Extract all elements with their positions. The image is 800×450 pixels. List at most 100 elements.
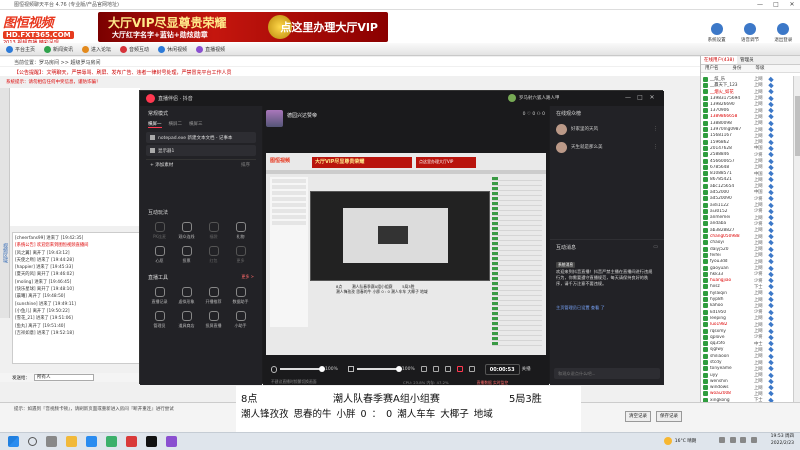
- app-icon[interactable]: [166, 436, 177, 447]
- user-role: 上网: [754, 240, 763, 246]
- close-button[interactable]: ✕: [784, 1, 800, 8]
- speaker-volume-knob[interactable]: [395, 366, 402, 372]
- chevron-up-icon[interactable]: [719, 436, 726, 443]
- account-info[interactable]: 罗马射六狐人路人甲: [508, 94, 560, 102]
- tool-item-7[interactable]: 小助手: [227, 309, 254, 333]
- live-data-link[interactable]: 直播数据 实时监控: [477, 380, 509, 386]
- stream-cover[interactable]: [266, 110, 283, 127]
- clock[interactable]: 19:53 周四 2022/2/23: [771, 434, 794, 447]
- more-icon[interactable]: ⋮: [653, 126, 658, 132]
- scene-tab-2[interactable]: 横屏三: [189, 121, 203, 128]
- tool-item-6[interactable]: 投屏直播: [200, 309, 227, 333]
- douyin-icon[interactable]: [146, 436, 157, 447]
- interact-item-1[interactable]: 观众连线: [173, 220, 200, 244]
- stream-maximize-button[interactable]: □: [634, 94, 646, 101]
- interact-item-5[interactable]: 投票: [173, 244, 200, 268]
- audience-item[interactable]: 天生就是那么美 ⋮: [550, 138, 664, 156]
- tool-item-4[interactable]: 管理员: [146, 309, 173, 333]
- interact-item-4[interactable]: 心愿: [146, 244, 173, 268]
- user-avatar-icon: [703, 215, 708, 221]
- source-item[interactable]: 显示器1: [146, 145, 256, 156]
- system-message-link[interactable]: 主页管理员已设置 查看 了: [556, 305, 656, 311]
- toolbar-item-4[interactable]: 休闲视频: [158, 45, 187, 53]
- end-live-button[interactable]: 关播: [522, 366, 531, 372]
- scene-section-title[interactable]: 常规模式: [140, 106, 262, 119]
- user-name: 6785648: [710, 164, 730, 170]
- side-tab[interactable]: 视频区域: [0, 88, 10, 318]
- screen-icon[interactable]: [420, 366, 427, 372]
- input-method-icon[interactable]: [750, 436, 757, 443]
- tool-item-2[interactable]: 开播推荐: [200, 285, 227, 309]
- diamond-icon: [768, 189, 774, 196]
- toolbar-item-5[interactable]: 直播视频: [196, 45, 225, 53]
- task-view-icon[interactable]: [46, 436, 57, 447]
- stream-minimize-button[interactable]: —: [622, 94, 634, 101]
- tool-icon: [208, 311, 219, 321]
- scene-tab-1[interactable]: 横屏二: [169, 121, 183, 128]
- interact-item-2[interactable]: 福袋: [200, 220, 227, 244]
- tab-admins[interactable]: 管理员: [737, 56, 757, 64]
- mic-volume-slider[interactable]: [280, 366, 325, 372]
- toolbar-item-0[interactable]: 平台主页: [6, 45, 35, 53]
- tab-online-users[interactable]: 在线用户(438): [701, 56, 738, 64]
- stream-title[interactable]: 德园兴达赞帝: [287, 112, 317, 119]
- messages-section-title: 互动消息: [556, 245, 577, 251]
- toolbar-item-2[interactable]: 进入论坛: [82, 45, 111, 53]
- interact-item-6[interactable]: 红包: [200, 244, 227, 268]
- weather-widget[interactable]: 16°C 晴朗: [663, 436, 696, 445]
- chat-client-icon[interactable]: [126, 436, 137, 447]
- tool-item-1[interactable]: 虚拟形象: [173, 285, 200, 309]
- col-username[interactable]: 用户名: [705, 65, 719, 72]
- sort-button[interactable]: 排序: [241, 162, 250, 168]
- speaker-volume-slider[interactable]: [356, 366, 402, 372]
- chat-target-select[interactable]: 所有人: [34, 374, 94, 381]
- speaker-icon[interactable]: [347, 366, 354, 372]
- chat-log[interactable]: [cheerfans99] 进来了 [19:42:35] [系统公告] 欢迎您来到…: [12, 232, 140, 364]
- site-logo[interactable]: 图恒视频 HD.FXT365.COM 2013 视频直播 精彩呈现: [3, 12, 95, 46]
- file-explorer-icon[interactable]: [66, 436, 77, 447]
- stream-preview[interactable]: 图恒视频 大厅VIP尽显尊贵荣耀 点这里办理大厅VIP 8点 潮人队春季赛A组小…: [266, 153, 546, 355]
- user-row[interactable]: xingkong 下士: [701, 397, 793, 402]
- chrome-icon[interactable]: [106, 436, 117, 447]
- camera-icon[interactable]: [432, 366, 439, 372]
- tools-more-link[interactable]: 更多 >: [241, 274, 254, 281]
- source-item[interactable]: notepad.exe 新建文本文档 - 记事本: [146, 132, 256, 143]
- more-icon[interactable]: ⋮: [653, 144, 658, 150]
- network-icon[interactable]: [729, 436, 736, 443]
- effects-icon[interactable]: [444, 366, 451, 372]
- edge-icon[interactable]: [86, 436, 97, 447]
- tool-item-5[interactable]: 道具商店: [173, 309, 200, 333]
- maximize-button[interactable]: □: [768, 1, 784, 8]
- col-level[interactable]: 等级: [756, 65, 765, 72]
- scrollbar-thumb[interactable]: [795, 96, 800, 156]
- interact-item-3[interactable]: 礼物: [227, 220, 254, 244]
- microphone-icon[interactable]: [271, 365, 277, 373]
- settings-icon[interactable]: [468, 366, 475, 372]
- minimize-button[interactable]: —: [752, 1, 768, 8]
- search-icon[interactable]: [28, 437, 37, 446]
- start-icon[interactable]: [8, 436, 19, 447]
- user-avatar-icon: [703, 227, 708, 233]
- toolbar-item-1[interactable]: 新闻资讯: [44, 45, 73, 53]
- audience-item[interactable]: 好家里的天风 ⋮: [550, 120, 664, 138]
- record-icon[interactable]: [456, 366, 463, 372]
- interact-item-7[interactable]: 更多: [227, 244, 254, 268]
- add-source-button[interactable]: + 添加素材: [150, 162, 173, 168]
- message-input[interactable]: 和观众说点什么吧...: [554, 368, 660, 379]
- tool-item-0[interactable]: 直播记录: [146, 285, 173, 309]
- mic-volume-knob[interactable]: [319, 366, 325, 372]
- toolbar-item-3[interactable]: 音频互动: [120, 45, 149, 53]
- volume-icon[interactable]: [740, 436, 747, 443]
- user-avatar-icon: [703, 183, 708, 189]
- scene-tab-0[interactable]: 横屏一: [148, 121, 162, 128]
- tool-item-3[interactable]: 数据助手: [227, 285, 254, 309]
- save-record-button[interactable]: 保存记录: [656, 411, 682, 422]
- cpu-memory-status: CPU: 23.8% 内存: 47.2%: [403, 379, 449, 385]
- collapse-icon[interactable]: ▭: [653, 244, 658, 250]
- vip-banner[interactable]: 大厅VIP尽显尊贵荣耀 大厅红字名字+蓝钻+勋炫勋章 点这里办理大厅VIP: [98, 12, 388, 42]
- col-role[interactable]: 身份: [733, 65, 742, 72]
- clear-record-button[interactable]: 清空记录: [625, 411, 651, 422]
- stream-close-button[interactable]: ✕: [646, 94, 658, 101]
- user-list-scrollbar[interactable]: [793, 76, 800, 402]
- interact-item-0[interactable]: PK连麦: [146, 220, 173, 244]
